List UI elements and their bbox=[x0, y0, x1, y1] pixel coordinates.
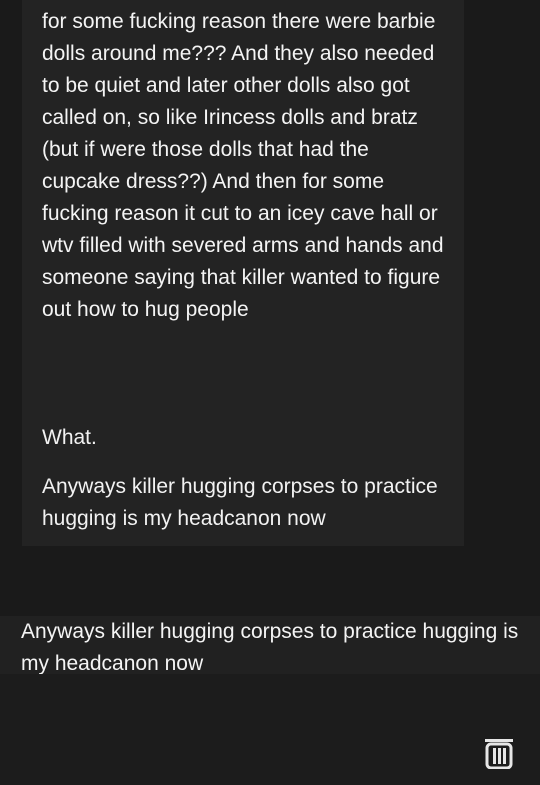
post-view: for some fucking reason there were barbi… bbox=[0, 0, 540, 785]
reply-text[interactable]: Anyways killer hugging corpses to practi… bbox=[21, 616, 521, 680]
trash-icon bbox=[485, 739, 513, 769]
bottom-toolbar bbox=[0, 674, 540, 785]
quoted-closing-text: Anyways killer hugging corpses to practi… bbox=[42, 475, 438, 530]
quoted-what-text: What. bbox=[42, 426, 97, 449]
reply-text-block[interactable]: Anyways killer hugging corpses to practi… bbox=[0, 616, 540, 675]
quoted-body-text: for some fucking reason there were barbi… bbox=[42, 10, 444, 321]
quoted-reblog-block: for some fucking reason there were barbi… bbox=[22, 0, 464, 546]
delete-button[interactable] bbox=[484, 737, 514, 769]
